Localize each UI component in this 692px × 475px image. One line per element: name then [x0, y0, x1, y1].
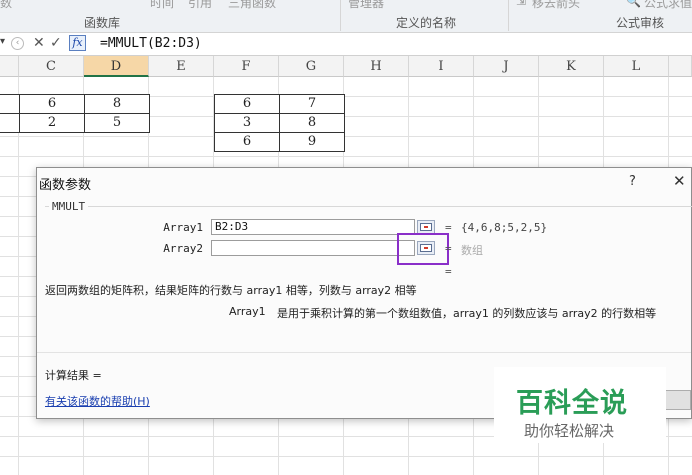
ribbon-item-reference[interactable]: 引用: [188, 0, 212, 11]
argument-description: 是用于乘积计算的第一个数组数值，array1 的列数应该与 array2 的行数…: [277, 307, 657, 320]
close-icon[interactable]: ✕: [673, 172, 686, 190]
column-header-l[interactable]: L: [604, 56, 669, 77]
array2-input[interactable]: [211, 240, 415, 256]
column-header-b[interactable]: [0, 56, 19, 77]
ribbon-item-evaluate[interactable]: 公式求值: [644, 0, 692, 11]
group-label-defined-names: 定义的名称: [396, 16, 457, 30]
formula-bar: ▾ ‹ ✕ ✓ fx =MMULT(B2:D3): [0, 33, 692, 56]
argument-description-label: Array1: [229, 305, 266, 318]
group-box-border: [45, 206, 692, 207]
cell-g3[interactable]: 8: [279, 113, 345, 133]
function-description: 返回两数组的矩阵积，结果矩阵的行数与 array1 相等，列数与 array2 …: [45, 284, 417, 297]
insert-function-icon[interactable]: fx: [69, 35, 86, 51]
ribbon-item-name-manager[interactable]: 管理器: [348, 0, 384, 11]
ribbon-separator: [340, 0, 341, 31]
cancel-icon[interactable]: ✕: [33, 35, 45, 51]
cell-g2[interactable]: 7: [279, 94, 345, 114]
array1-label: Array1: [163, 221, 203, 234]
watermark-subtitle: 助你轻松解决: [524, 422, 615, 440]
column-header-c[interactable]: C: [19, 56, 84, 77]
namebox-dropdown-icon[interactable]: ▾: [0, 36, 5, 47]
evaluate-formula-icon: 🔍: [626, 0, 641, 8]
array2-result: 数组: [461, 244, 483, 257]
dialog-divider: [37, 352, 691, 353]
cell-d2[interactable]: 8: [84, 94, 150, 114]
column-header-k[interactable]: K: [539, 56, 604, 77]
column-header-e[interactable]: E: [149, 56, 214, 77]
column-header-m[interactable]: [669, 56, 692, 77]
formula-input[interactable]: =MMULT(B2:D3): [100, 36, 202, 51]
function-name: MMULT: [49, 200, 89, 213]
array2-label: Array2: [163, 242, 203, 255]
cell-b3[interactable]: [0, 113, 20, 133]
column-header-h[interactable]: H: [344, 56, 409, 77]
array2-equals: =: [445, 242, 452, 255]
cell-f4[interactable]: 6: [214, 132, 280, 152]
ribbon: 数 时间 引用 三角函数 管理器 ⇲ 移去箭头 🔍 公式求值 函数库 定义的名称…: [0, 0, 692, 33]
ribbon-item-remove-arrows[interactable]: 移去箭头: [532, 0, 580, 11]
ribbon-item-cut[interactable]: 数: [0, 0, 12, 11]
ribbon-separator: [508, 0, 509, 31]
array1-input[interactable]: B2:D3: [211, 219, 415, 235]
cell-b2[interactable]: [0, 94, 20, 114]
formula-result-label: 计算结果 =: [45, 369, 102, 382]
ribbon-item-trig[interactable]: 三角函数: [228, 0, 276, 11]
dialog-title: 函数参数: [39, 178, 92, 193]
column-header-i[interactable]: I: [409, 56, 474, 77]
watermark: 百科全说 助你轻松解决: [494, 367, 666, 443]
function-result-equals: =: [445, 265, 452, 278]
array1-result: {4,6,8;5,2,5}: [461, 221, 548, 234]
cell-c3[interactable]: 2: [19, 113, 85, 133]
ribbon-item-datetime[interactable]: 时间: [150, 0, 174, 11]
cell-f2[interactable]: 6: [214, 94, 280, 114]
cell-f3[interactable]: 3: [214, 113, 280, 133]
group-label-formula-auditing: 公式审核: [616, 16, 665, 30]
column-header-g[interactable]: G: [279, 56, 344, 77]
cell-c2[interactable]: 6: [19, 94, 85, 114]
array1-collapse-icon[interactable]: [417, 220, 435, 234]
watermark-title: 百科全说: [516, 388, 628, 419]
cell-g4[interactable]: 9: [279, 132, 345, 152]
group-label-function-library: 函数库: [84, 16, 121, 30]
remove-arrows-icon: ⇲: [516, 0, 527, 8]
help-icon[interactable]: ?: [629, 174, 636, 189]
function-help-link[interactable]: 有关该函数的帮助(H): [45, 393, 150, 409]
column-header-j[interactable]: J: [474, 56, 539, 77]
cell-d3[interactable]: 5: [84, 113, 150, 133]
enter-icon[interactable]: ✓: [50, 35, 62, 51]
scroll-left-icon[interactable]: ‹: [11, 37, 24, 50]
column-header-d[interactable]: D: [84, 56, 149, 77]
array2-collapse-icon[interactable]: [417, 241, 435, 255]
column-header-f[interactable]: F: [214, 56, 279, 77]
